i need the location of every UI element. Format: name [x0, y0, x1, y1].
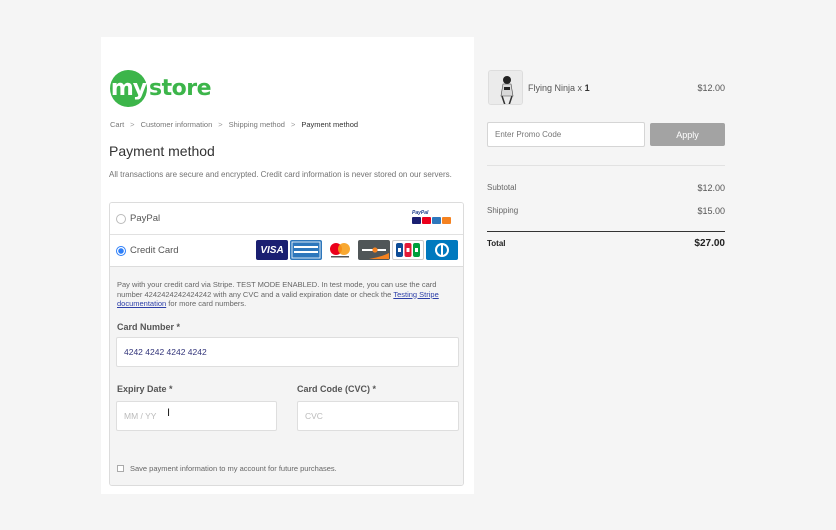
mini-visa-icon — [412, 217, 421, 224]
card-number-label: Card Number * — [117, 322, 181, 332]
card-number-input[interactable]: 4242 4242 4242 4242 — [116, 337, 459, 367]
stripe-info-suffix: for more card numbers. — [168, 299, 247, 308]
total-label: Total — [487, 239, 506, 248]
mastercard-circles-icon — [330, 243, 350, 258]
diners-logo-icon — [426, 240, 458, 260]
paypal-wordmark: PayPal — [412, 210, 429, 216]
save-payment-checkbox[interactable] — [117, 465, 124, 472]
page-title: Payment method — [109, 143, 215, 159]
order-summary: Flying Ninja x 1 $12.00 Enter Promo Code… — [487, 0, 725, 530]
discover-logo-icon — [358, 240, 390, 260]
payment-method-paypal[interactable]: PayPal PayPal — [110, 203, 463, 235]
breadcrumb-customer-information[interactable]: Customer information — [141, 120, 213, 129]
expiry-date-placeholder: MM / YY — [124, 411, 157, 421]
shipping-value: $15.00 — [697, 206, 725, 216]
product-thumbnail — [488, 70, 523, 105]
card-brand-logos: VISA — [256, 240, 458, 260]
paypal-radio[interactable] — [116, 213, 126, 224]
quantity-multiplier: x — [577, 83, 583, 93]
amex-mark-icon — [291, 241, 321, 259]
secure-note: All transactions are secure and encrypte… — [109, 170, 452, 179]
stripe-info: Pay with your credit card via Stripe. TE… — [117, 280, 459, 309]
credit-card-label[interactable]: Credit Card — [130, 245, 179, 256]
breadcrumb-payment-method: Payment method — [301, 120, 359, 129]
subtotal-label: Subtotal — [487, 183, 517, 192]
diners-circle-icon — [435, 243, 449, 257]
jcb-bars-icon — [396, 243, 420, 257]
promo-code-input[interactable]: Enter Promo Code — [487, 122, 645, 147]
amex-logo-icon — [290, 240, 322, 260]
visa-logo-icon: VISA — [256, 240, 288, 260]
cvc-input[interactable]: CVC — [297, 401, 459, 431]
apply-promo-button[interactable]: Apply — [650, 123, 725, 146]
credit-card-form: Pay with your credit card via Stripe. TE… — [110, 267, 463, 485]
jcb-logo-icon — [392, 240, 424, 260]
mini-amex-icon — [432, 217, 441, 224]
product-price: $12.00 — [697, 83, 725, 93]
paypal-label[interactable]: PayPal — [130, 213, 160, 224]
checkout-panel: my store Cart > Customer information > S… — [101, 37, 474, 494]
mastercard-logo-icon — [324, 240, 356, 260]
save-payment-label[interactable]: Save payment information to my account f… — [130, 464, 337, 473]
breadcrumb-separator: > — [290, 120, 296, 129]
logo-text: store — [149, 75, 212, 101]
payment-methods: PayPal PayPal Credit Card VISA Pay with … — [109, 202, 464, 486]
product-quantity: 1 — [584, 83, 590, 93]
discover-mark-icon — [362, 247, 389, 259]
total-value: $27.00 — [694, 238, 725, 249]
product-name: Flying Ninja x 1 — [528, 83, 590, 93]
expiry-date-input[interactable]: MM / YY I — [116, 401, 277, 431]
mini-discover-icon — [442, 217, 451, 224]
payment-method-credit-card[interactable]: Credit Card VISA — [110, 235, 463, 267]
total-divider — [487, 231, 725, 232]
subtotal-value: $12.00 — [697, 183, 725, 193]
breadcrumb: Cart > Customer information > Shipping m… — [110, 120, 358, 129]
expiry-date-label: Expiry Date * — [117, 384, 173, 394]
breadcrumb-cart[interactable]: Cart — [110, 120, 124, 129]
ninja-figure-icon — [489, 71, 522, 104]
logo-circle: my — [110, 69, 147, 107]
shipping-label: Shipping — [487, 206, 519, 215]
summary-divider — [487, 165, 725, 166]
breadcrumb-separator: > — [218, 120, 223, 129]
store-logo[interactable]: my store — [110, 69, 212, 107]
cvc-label: Card Code (CVC) * — [297, 384, 377, 394]
mini-mastercard-icon — [422, 217, 431, 224]
stripe-info-text: Pay with your credit card via Stripe. TE… — [117, 280, 437, 299]
paypal-logo-icon: PayPal — [412, 210, 454, 228]
breadcrumb-shipping-method[interactable]: Shipping method — [229, 120, 285, 129]
save-payment-row[interactable]: Save payment information to my account f… — [117, 464, 337, 473]
breadcrumb-separator: > — [130, 120, 135, 129]
credit-card-radio[interactable] — [116, 245, 126, 256]
product-title: Flying Ninja — [528, 83, 576, 93]
text-cursor-icon: I — [167, 407, 171, 419]
